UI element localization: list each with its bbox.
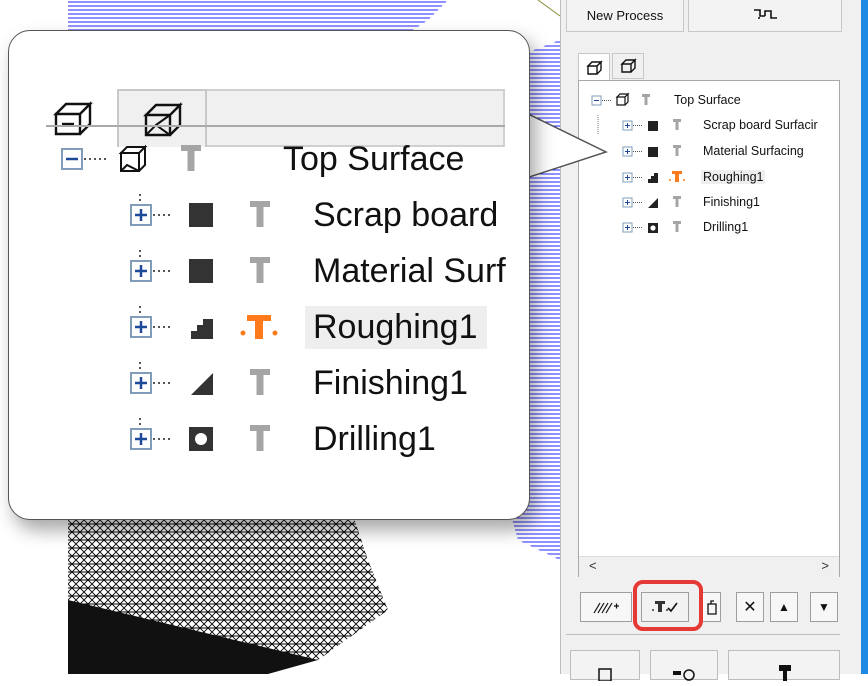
square-icon <box>189 203 213 227</box>
callout-item-label: Drilling1 <box>313 419 436 458</box>
square-icon <box>648 121 658 131</box>
toolpath-hatch-icon <box>593 602 619 614</box>
callout-item-icons <box>130 415 270 451</box>
new-process-button[interactable]: New Process <box>566 0 684 32</box>
box-3d-icon <box>620 58 637 73</box>
tab-divider <box>46 125 505 127</box>
callout-item-label: Roughing1 <box>305 305 488 349</box>
scroll-right-arrow[interactable]: > <box>821 558 829 573</box>
callout-item-icons <box>130 247 270 283</box>
move-up-button[interactable]: ▲ <box>770 592 798 622</box>
tool-path-icon <box>754 9 777 19</box>
side-accent-bar <box>861 0 868 674</box>
copy-icon <box>706 600 717 615</box>
tree-item-label: Finishing1 <box>703 195 760 209</box>
callout-root-icons <box>61 144 201 172</box>
callout-item-icons <box>130 359 270 395</box>
tree-item-icons <box>622 196 681 208</box>
tab-3d-part[interactable] <box>578 53 610 81</box>
tab-3d-box[interactable] <box>612 53 644 79</box>
tree-item-selected[interactable]: Roughing1 <box>590 167 766 187</box>
tree-item-label: Scrap board Surfacir <box>703 118 818 132</box>
new-process-label: New Process <box>586 7 664 23</box>
tree-item[interactable]: Drilling1 <box>590 217 748 237</box>
callout-item-label: Finishing1 <box>313 363 468 402</box>
square-icon <box>189 259 213 283</box>
callout-pointer <box>520 109 608 181</box>
move-down-button[interactable]: ▼ <box>810 592 838 622</box>
part-3d-icon <box>586 59 603 75</box>
scroll-left-arrow[interactable]: < <box>589 558 597 573</box>
callout-tree-item[interactable]: Finishing1 <box>57 359 468 407</box>
callout-item-icons <box>130 191 270 227</box>
bottom-button-2[interactable] <box>650 650 718 681</box>
divider <box>566 634 840 635</box>
delete-button[interactable]: ✕ <box>736 592 764 622</box>
callout-tree-root-row[interactable]: Top Surface <box>57 135 464 183</box>
callout-tree-item-selected[interactable]: Roughing1 <box>57 303 488 351</box>
callout-tree-item[interactable]: Scrap board <box>57 191 498 239</box>
part-3d-icon <box>53 101 93 136</box>
arrow-down-icon: ▼ <box>818 600 830 614</box>
tree-item-label: Material Surfacing <box>703 144 804 158</box>
tool-search-icon <box>673 669 695 681</box>
tool-icon <box>779 665 791 681</box>
callout-item-label: Scrap board <box>313 195 499 234</box>
square-icon <box>648 147 658 157</box>
box-3d-icon <box>143 102 183 137</box>
highlight-ring <box>633 580 703 631</box>
tree-item-icons <box>622 221 681 233</box>
tree-item[interactable]: Material Surfacing <box>590 141 804 161</box>
tree-root-label: Top Surface <box>674 93 741 107</box>
slope-icon <box>191 373 213 395</box>
callout-tree-item[interactable]: Drilling1 <box>57 415 436 463</box>
bottom-button-3[interactable] <box>728 650 840 681</box>
tree-item[interactable]: Scrap board Surfacir <box>590 115 818 135</box>
tree-root-row[interactable]: Top Surface <box>590 90 741 110</box>
callout-item-label: Material Surf <box>313 251 506 290</box>
square-frame-icon <box>598 668 612 682</box>
stairs-icon <box>648 173 658 183</box>
slope-icon <box>648 198 658 208</box>
callout-tree-item[interactable]: Material Surf <box>57 247 506 295</box>
bottom-button-1[interactable] <box>570 650 640 682</box>
horizontal-scrollbar[interactable]: < > <box>579 556 839 577</box>
tree-item[interactable]: Finishing1 <box>590 192 760 212</box>
callout-root-label: Top Surface <box>283 139 465 178</box>
stairs-icon <box>191 319 213 339</box>
delete-icon: ✕ <box>743 599 757 616</box>
copy-button[interactable] <box>703 592 721 622</box>
process-tool-button[interactable] <box>688 0 842 32</box>
tree-item-label: Roughing1 <box>701 170 766 184</box>
callout-item-icons <box>130 303 278 339</box>
zoom-callout: Top Surface Scrap board Material Surf Ro… <box>8 30 530 520</box>
arrow-up-icon: ▲ <box>778 600 790 614</box>
toolpath-visibility-button[interactable] <box>580 592 632 622</box>
tree-item-label: Drilling1 <box>703 220 749 234</box>
